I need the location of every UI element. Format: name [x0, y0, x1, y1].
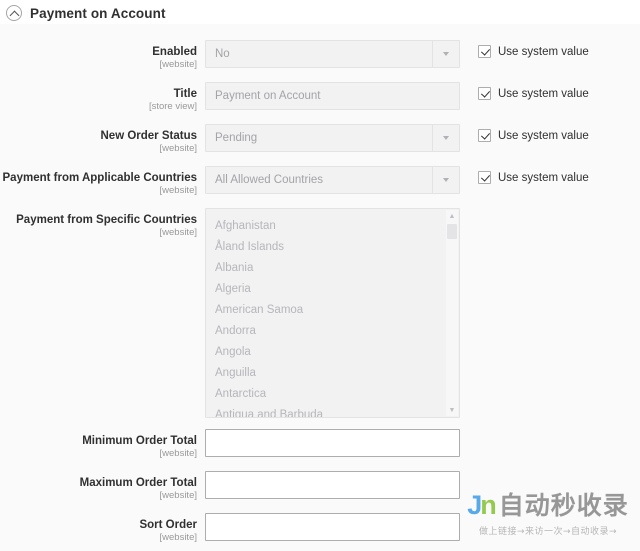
- list-item[interactable]: Albania: [215, 258, 446, 279]
- list-item[interactable]: Antigua and Barbuda: [215, 405, 446, 417]
- form-row-sort-order: Sort Order [website]: [0, 513, 640, 544]
- form-row-new-order-status: New Order Status [website] Pending Use s…: [0, 124, 640, 155]
- field-label-maximum-order-total: Maximum Order Total [website]: [0, 471, 205, 502]
- field-after-sort-order: [460, 513, 640, 518]
- use-system-value-label: Use system value: [498, 45, 589, 58]
- chevron-up-circle-icon[interactable]: [6, 5, 22, 21]
- field-control-sort-order: [205, 513, 460, 541]
- field-control-minimum-order-total: [205, 429, 460, 457]
- use-system-value-new-order-status[interactable]: Use system value: [478, 129, 640, 142]
- field-control-maximum-order-total: [205, 471, 460, 499]
- field-label-title: Title [store view]: [0, 82, 205, 113]
- scroll-up-arrow-icon[interactable]: ▲: [446, 210, 458, 222]
- label-scope: [store view]: [148, 101, 197, 112]
- page-title: Payment on Account: [30, 5, 166, 21]
- field-after-applicable-countries: Use system value: [460, 166, 640, 184]
- list-item[interactable]: Anguilla: [215, 363, 446, 384]
- label-scope: [website]: [159, 143, 198, 154]
- specific-countries-multiselect[interactable]: Afghanistan Åland Islands Albania Algeri…: [205, 208, 460, 418]
- field-label-enabled: Enabled [website]: [0, 40, 205, 71]
- label-text: Title: [173, 88, 197, 100]
- enabled-select[interactable]: No: [205, 40, 460, 68]
- field-control-specific-countries: Afghanistan Åland Islands Albania Algeri…: [205, 208, 460, 418]
- label-text: Enabled: [152, 46, 197, 58]
- field-after-specific-countries: [460, 208, 640, 213]
- checkbox-checked-icon[interactable]: [478, 129, 491, 142]
- maximum-order-total-input[interactable]: [205, 471, 460, 499]
- field-after-minimum-order-total: [460, 429, 640, 434]
- label-scope: [website]: [159, 490, 198, 501]
- form-row-maximum-order-total: Maximum Order Total [website]: [0, 471, 640, 502]
- list-item[interactable]: Angola: [215, 342, 446, 363]
- field-control-title: Payment on Account: [205, 82, 460, 110]
- form-row-specific-countries: Payment from Specific Countries [website…: [0, 208, 640, 418]
- field-after-maximum-order-total: [460, 471, 640, 476]
- form-row-enabled: Enabled [website] No Use system value: [0, 40, 640, 71]
- list-item[interactable]: Åland Islands: [215, 237, 446, 258]
- label-text: New Order Status: [100, 130, 198, 142]
- list-item[interactable]: Antarctica: [215, 384, 446, 405]
- checkbox-checked-icon[interactable]: [478, 45, 491, 58]
- form-row-minimum-order-total: Minimum Order Total [website]: [0, 429, 640, 460]
- field-control-enabled: No: [205, 40, 460, 68]
- minimum-order-total-input[interactable]: [205, 429, 460, 457]
- applicable-countries-value: All Allowed Countries: [215, 174, 324, 186]
- label-scope: [website]: [159, 59, 198, 70]
- title-input[interactable]: Payment on Account: [205, 82, 460, 110]
- list-item[interactable]: American Samoa: [215, 300, 446, 321]
- sort-order-input[interactable]: [205, 513, 460, 541]
- label-text: Minimum Order Total: [82, 435, 197, 447]
- label-text: Sort Order: [139, 519, 197, 531]
- title-input-value: Payment on Account: [215, 90, 321, 102]
- field-after-enabled: Use system value: [460, 40, 640, 58]
- use-system-value-applicable-countries[interactable]: Use system value: [478, 171, 640, 184]
- field-label-applicable-countries: Payment from Applicable Countries [websi…: [0, 166, 205, 197]
- label-text: Payment from Specific Countries: [16, 214, 197, 226]
- list-item[interactable]: Afghanistan: [215, 216, 446, 237]
- use-system-value-label: Use system value: [498, 129, 589, 142]
- scrollbar-thumb[interactable]: [447, 224, 457, 239]
- new-order-status-select[interactable]: Pending: [205, 124, 460, 152]
- label-text: Maximum Order Total: [79, 477, 197, 489]
- field-label-specific-countries: Payment from Specific Countries [website…: [0, 208, 205, 239]
- payment-settings-form: Enabled [website] No Use system value Ti…: [0, 24, 640, 544]
- form-row-title: Title [store view] Payment on Account Us…: [0, 82, 640, 113]
- label-scope: [website]: [159, 185, 198, 196]
- field-control-applicable-countries: All Allowed Countries: [205, 166, 460, 194]
- list-item[interactable]: Algeria: [215, 279, 446, 300]
- field-after-new-order-status: Use system value: [460, 124, 640, 142]
- field-control-new-order-status: Pending: [205, 124, 460, 152]
- use-system-value-title[interactable]: Use system value: [478, 87, 640, 100]
- scroll-down-arrow-icon[interactable]: ▼: [446, 404, 458, 416]
- field-label-sort-order: Sort Order [website]: [0, 513, 205, 544]
- new-order-status-value: Pending: [215, 132, 258, 144]
- applicable-countries-select[interactable]: All Allowed Countries: [205, 166, 460, 194]
- chevron-down-icon[interactable]: [432, 125, 459, 151]
- checkbox-checked-icon[interactable]: [478, 87, 491, 100]
- chevron-down-icon[interactable]: [432, 167, 459, 193]
- use-system-value-label: Use system value: [498, 171, 589, 184]
- section-header[interactable]: Payment on Account: [0, 0, 640, 24]
- label-text: Payment from Applicable Countries: [2, 172, 197, 184]
- scrollbar-track[interactable]: [446, 222, 458, 404]
- country-list-scrollbar[interactable]: ▲ ▼: [446, 210, 458, 416]
- label-scope: [website]: [159, 532, 198, 543]
- checkbox-checked-icon[interactable]: [478, 171, 491, 184]
- field-label-minimum-order-total: Minimum Order Total [website]: [0, 429, 205, 460]
- form-row-applicable-countries: Payment from Applicable Countries [websi…: [0, 166, 640, 197]
- field-label-new-order-status: New Order Status [website]: [0, 124, 205, 155]
- use-system-value-enabled[interactable]: Use system value: [478, 45, 640, 58]
- country-option-list[interactable]: Afghanistan Åland Islands Albania Algeri…: [206, 209, 446, 417]
- chevron-down-icon[interactable]: [432, 41, 459, 67]
- use-system-value-label: Use system value: [498, 87, 589, 100]
- field-after-title: Use system value: [460, 82, 640, 100]
- enabled-select-value: No: [215, 48, 230, 60]
- label-scope: [website]: [159, 448, 198, 459]
- label-scope: [website]: [159, 227, 198, 238]
- list-item[interactable]: Andorra: [215, 321, 446, 342]
